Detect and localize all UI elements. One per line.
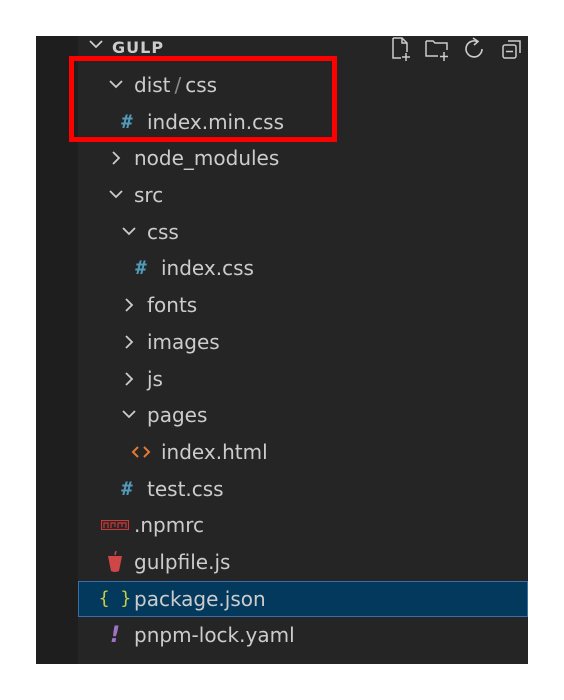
tree-item-images[interactable]: images bbox=[78, 324, 528, 361]
tree-item-label: fonts bbox=[147, 293, 198, 318]
gulp-cup-icon bbox=[104, 550, 126, 573]
new-folder-icon[interactable] bbox=[424, 36, 450, 62]
tree-item-label: pages bbox=[147, 403, 208, 428]
tree-item-pnpm-lock[interactable]: ! pnpm-lock.yaml bbox=[78, 617, 528, 654]
tree-item-label: node_modules bbox=[134, 146, 280, 171]
tree-item-index-css[interactable]: # index.css bbox=[78, 250, 528, 287]
collapse-all-icon[interactable] bbox=[500, 36, 526, 62]
file-tree: dist / css # index.min.css node_modules sr… bbox=[78, 67, 528, 654]
css-hash-icon: # bbox=[135, 257, 147, 280]
chevron-down-icon bbox=[118, 221, 140, 243]
tree-item-gulpfile[interactable]: gulpfile.js bbox=[78, 544, 528, 581]
tree-item-test-css[interactable]: # test.css bbox=[78, 471, 528, 508]
chevron-down-icon bbox=[118, 404, 140, 426]
tree-item-npmrc[interactable]: .npmrc bbox=[78, 507, 528, 544]
annotation-highlight-box bbox=[69, 56, 337, 142]
tree-item-label: src bbox=[134, 183, 164, 208]
tree-item-label: index.html bbox=[161, 439, 268, 464]
json-braces-icon: { } bbox=[98, 588, 132, 610]
chevron-down-icon bbox=[105, 184, 127, 206]
tree-item-js[interactable]: js bbox=[78, 361, 528, 398]
tree-item-label: index.css bbox=[161, 256, 254, 281]
tree-item-node-modules[interactable]: node_modules bbox=[78, 140, 528, 177]
tree-item-src-css[interactable]: css bbox=[78, 214, 528, 251]
new-file-icon[interactable] bbox=[388, 36, 414, 62]
chevron-right-icon bbox=[118, 331, 140, 353]
tree-item-src[interactable]: src bbox=[78, 177, 528, 214]
explorer-title: GULP bbox=[112, 38, 165, 57]
tree-item-index-html[interactable]: index.html bbox=[78, 434, 528, 471]
tree-item-package-json[interactable]: { } package.json bbox=[78, 580, 528, 618]
tree-item-label: .npmrc bbox=[134, 513, 204, 538]
tree-item-label: test.css bbox=[147, 476, 224, 501]
chevron-down-icon[interactable] bbox=[88, 36, 103, 50]
tree-item-label: package.json bbox=[134, 586, 266, 611]
tree-item-label: js bbox=[147, 366, 163, 391]
npm-icon bbox=[100, 514, 130, 536]
chevron-right-icon bbox=[118, 368, 140, 390]
chevron-right-icon bbox=[118, 294, 140, 316]
tree-item-fonts[interactable]: fonts bbox=[78, 287, 528, 324]
chevron-right-icon bbox=[105, 147, 127, 169]
tree-item-label: images bbox=[147, 329, 220, 354]
yaml-exclamation-icon: ! bbox=[109, 622, 121, 648]
tree-item-label: pnpm-lock.yaml bbox=[134, 623, 295, 648]
tree-item-label: css bbox=[147, 219, 179, 244]
tree-item-pages[interactable]: pages bbox=[78, 397, 528, 434]
css-hash-icon: # bbox=[121, 477, 133, 500]
refresh-icon[interactable] bbox=[462, 36, 488, 62]
html-code-icon bbox=[130, 441, 152, 463]
tree-item-label: gulpfile.js bbox=[134, 549, 231, 574]
